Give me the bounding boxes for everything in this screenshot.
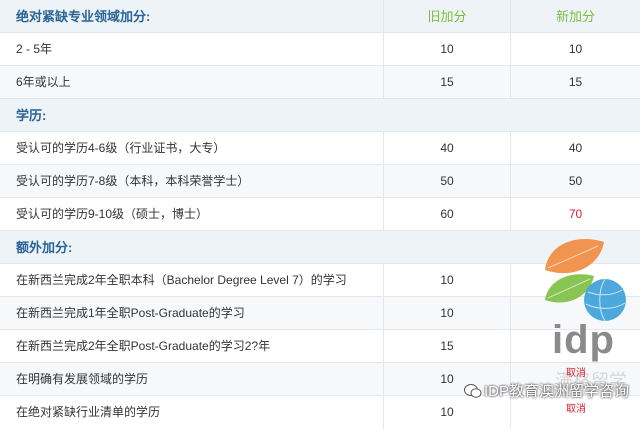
row-new-points-highlight: 70 bbox=[510, 198, 640, 231]
row-label: 在新西兰完成2年全职本科（Bachelor Degree Level 7）的学习 bbox=[16, 273, 347, 287]
table-row: 在新西兰完成2年全职本科（Bachelor Degree Level 7）的学习… bbox=[0, 264, 640, 297]
row-new-points bbox=[510, 396, 640, 429]
row-new-points: 50 bbox=[510, 165, 640, 198]
section-heading-education: 学历: bbox=[16, 108, 47, 123]
column-header-old: 旧加分 bbox=[383, 0, 510, 33]
row-label: 受认可的学历4-6级（行业证书，大专） bbox=[16, 141, 226, 155]
column-header-new: 新加分 bbox=[510, 0, 640, 33]
table-row: 在新西兰完成2年全职Post-Graduate的学习2?年 15 bbox=[0, 330, 640, 363]
table-row: 2 - 5年 10 10 bbox=[0, 33, 640, 66]
section-row-extra: 额外加分: bbox=[0, 231, 640, 264]
row-old-points: 15 bbox=[383, 330, 510, 363]
row-old-points: 10 bbox=[383, 363, 510, 396]
table-row: 受认可的学历9-10级（硕士，博士） 60 70 bbox=[0, 198, 640, 231]
table-row: 受认可的学历7-8级（本科，本科荣誉学士） 50 50 bbox=[0, 165, 640, 198]
table-row: 在明确有发展领域的学历 10 bbox=[0, 363, 640, 396]
row-new-points bbox=[510, 330, 640, 363]
row-old-points: 10 bbox=[383, 396, 510, 429]
row-old-points: 10 bbox=[383, 33, 510, 66]
row-new-points bbox=[510, 297, 640, 330]
row-label: 受认可的学历7-8级（本科，本科荣誉学士） bbox=[16, 174, 250, 188]
table-row: 6年或以上 15 15 bbox=[0, 66, 640, 99]
section-row-education: 学历: bbox=[0, 99, 640, 132]
section-heading-shortage: 绝对紧缺专业领域加分: bbox=[16, 9, 151, 24]
row-old-points: 40 bbox=[383, 132, 510, 165]
row-old-points: 10 bbox=[383, 264, 510, 297]
row-old-points: 50 bbox=[383, 165, 510, 198]
table-row: 在新西兰完成1年全职Post-Graduate的学习 10 bbox=[0, 297, 640, 330]
row-old-points: 15 bbox=[383, 66, 510, 99]
section-heading-extra: 额外加分: bbox=[16, 240, 73, 255]
row-label: 在明确有发展领域的学历 bbox=[16, 372, 149, 386]
row-label: 在新西兰完成2年全职Post-Graduate的学习2?年 bbox=[16, 339, 271, 353]
row-label: 在绝对紧缺行业清单的学历 bbox=[16, 405, 161, 419]
row-new-points bbox=[510, 264, 640, 297]
row-label: 2 - 5年 bbox=[16, 42, 53, 56]
table-row: 在绝对紧缺行业清单的学历 10 bbox=[0, 396, 640, 429]
row-new-points: 40 bbox=[510, 132, 640, 165]
row-label: 6年或以上 bbox=[16, 75, 71, 89]
row-old-points: 10 bbox=[383, 297, 510, 330]
table-row: 受认可的学历4-6级（行业证书，大专） 40 40 bbox=[0, 132, 640, 165]
row-new-points bbox=[510, 363, 640, 396]
row-new-points: 15 bbox=[510, 66, 640, 99]
row-label: 在新西兰完成1年全职Post-Graduate的学习 bbox=[16, 306, 245, 320]
row-old-points: 60 bbox=[383, 198, 510, 231]
row-label: 受认可的学历9-10级（硕士，博士） bbox=[16, 207, 209, 221]
row-new-points: 10 bbox=[510, 33, 640, 66]
table-header-row: 绝对紧缺专业领域加分: 旧加分 新加分 bbox=[0, 0, 640, 33]
